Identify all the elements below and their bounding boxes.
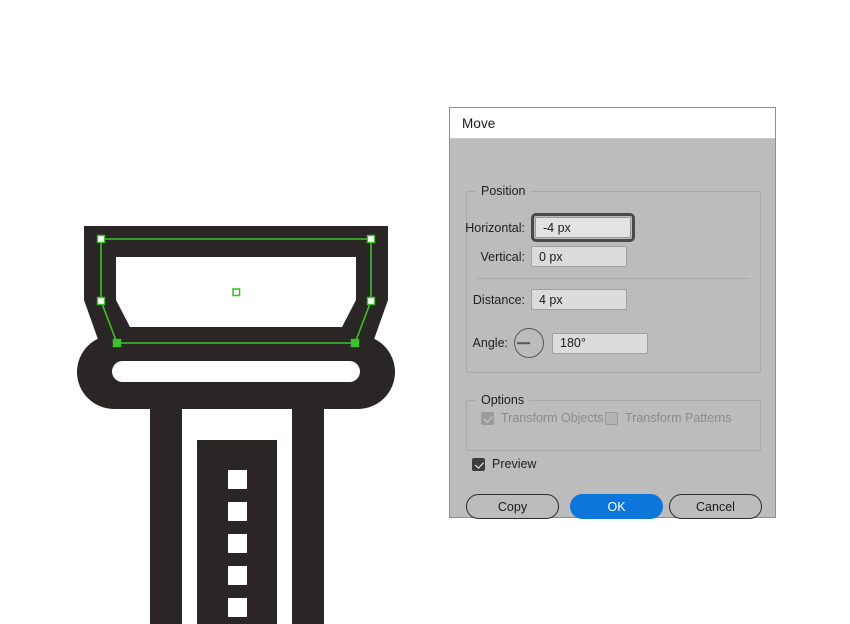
illustration-shape[interactable] — [77, 226, 395, 624]
angle-dial-icon[interactable] — [514, 328, 544, 358]
transform-patterns-checkbox: Transform Patterns — [605, 411, 732, 425]
angle-input[interactable]: 180° — [552, 332, 648, 354]
angle-field-row: Angle: 180° — [460, 328, 745, 358]
vertical-field-row: Vertical: 0 px — [460, 246, 745, 267]
preview-checkbox[interactable]: Preview — [472, 457, 536, 471]
anchor-point[interactable] — [112, 338, 122, 348]
copy-button[interactable]: Copy — [466, 494, 559, 519]
dialog-body: Position Horizontal: -4 px Vertical: 0 p… — [450, 139, 775, 519]
checkbox-empty-icon — [605, 411, 618, 425]
shape-leg-right — [292, 404, 324, 624]
position-group-legend: Position — [476, 184, 531, 198]
horizontal-field-row: Horizontal: -4 px — [460, 213, 745, 242]
distance-field-row: Distance: 4 px — [460, 289, 745, 310]
shape-top-cutout — [116, 257, 356, 327]
options-group-legend: Options — [476, 393, 530, 407]
vector-artwork[interactable] — [0, 0, 450, 624]
preview-label: Preview — [492, 457, 537, 471]
dialog-title: Move — [462, 115, 496, 131]
horizontal-label: Horizontal: — [465, 220, 525, 235]
shape-column-square — [228, 502, 247, 521]
move-dialog[interactable]: Move Position Horizontal: -4 px Vertical… — [449, 107, 776, 519]
angle-label: Angle: — [472, 336, 508, 350]
position-separator — [476, 278, 750, 279]
transform-objects-checkbox: Transform Objects — [481, 411, 603, 425]
artwork-canvas[interactable] — [0, 0, 450, 624]
shape-center-column — [197, 440, 277, 624]
distance-input[interactable]: 4 px — [531, 289, 627, 310]
checkbox-checked-icon — [481, 411, 494, 425]
transform-patterns-label: Transform Patterns — [625, 411, 732, 425]
anchor-point[interactable] — [350, 338, 360, 348]
ok-button[interactable]: OK — [570, 494, 663, 519]
shape-column-square — [228, 534, 247, 553]
dialog-titlebar[interactable]: Move — [450, 108, 775, 139]
anchor-point[interactable] — [366, 234, 376, 244]
shape-column-square — [228, 566, 247, 585]
horizontal-input-focus-ring: -4 px — [531, 213, 635, 242]
shape-base-slot — [112, 361, 360, 382]
transform-objects-label: Transform Objects — [501, 411, 604, 425]
anchor-point[interactable] — [96, 296, 106, 306]
anchor-point[interactable] — [366, 296, 376, 306]
checkbox-checked-icon[interactable] — [472, 457, 485, 471]
shape-column-square — [228, 470, 247, 489]
distance-label: Distance: — [472, 292, 525, 307]
shape-column-square — [228, 598, 247, 617]
horizontal-input[interactable]: -4 px — [535, 217, 631, 238]
cancel-button[interactable]: Cancel — [669, 494, 762, 519]
options-group: Options — [466, 393, 761, 451]
vertical-label: Vertical: — [480, 249, 525, 264]
vertical-input[interactable]: 0 px — [531, 246, 627, 267]
shape-leg-left — [150, 404, 182, 624]
anchor-point[interactable] — [96, 234, 106, 244]
